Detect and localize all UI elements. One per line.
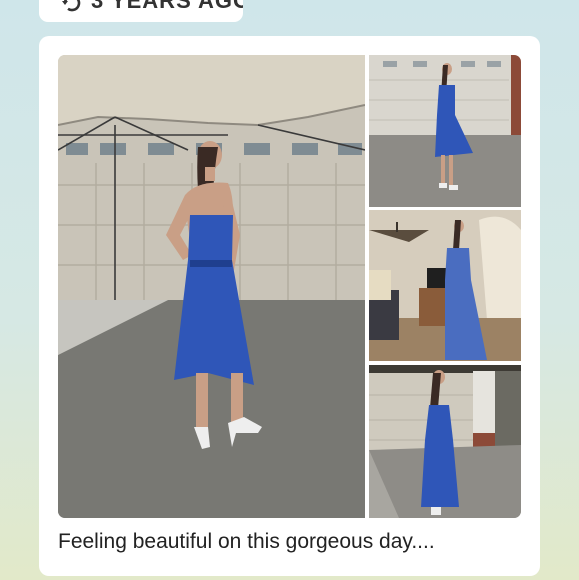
post-caption: Feeling beautiful on this gorgeous day..… bbox=[58, 530, 435, 553]
photo-middle[interactable] bbox=[369, 210, 521, 361]
memory-chip[interactable]: 3 YEARS AGO bbox=[39, 0, 243, 22]
photo-top[interactable] bbox=[369, 55, 521, 207]
photo-bottom[interactable] bbox=[369, 365, 521, 518]
photo-main[interactable] bbox=[58, 55, 365, 518]
photo-grid bbox=[58, 55, 521, 518]
memory-label: 3 YEARS AGO bbox=[91, 0, 243, 13]
history-icon bbox=[61, 0, 83, 14]
post-card: Feeling beautiful on this gorgeous day..… bbox=[39, 36, 540, 576]
